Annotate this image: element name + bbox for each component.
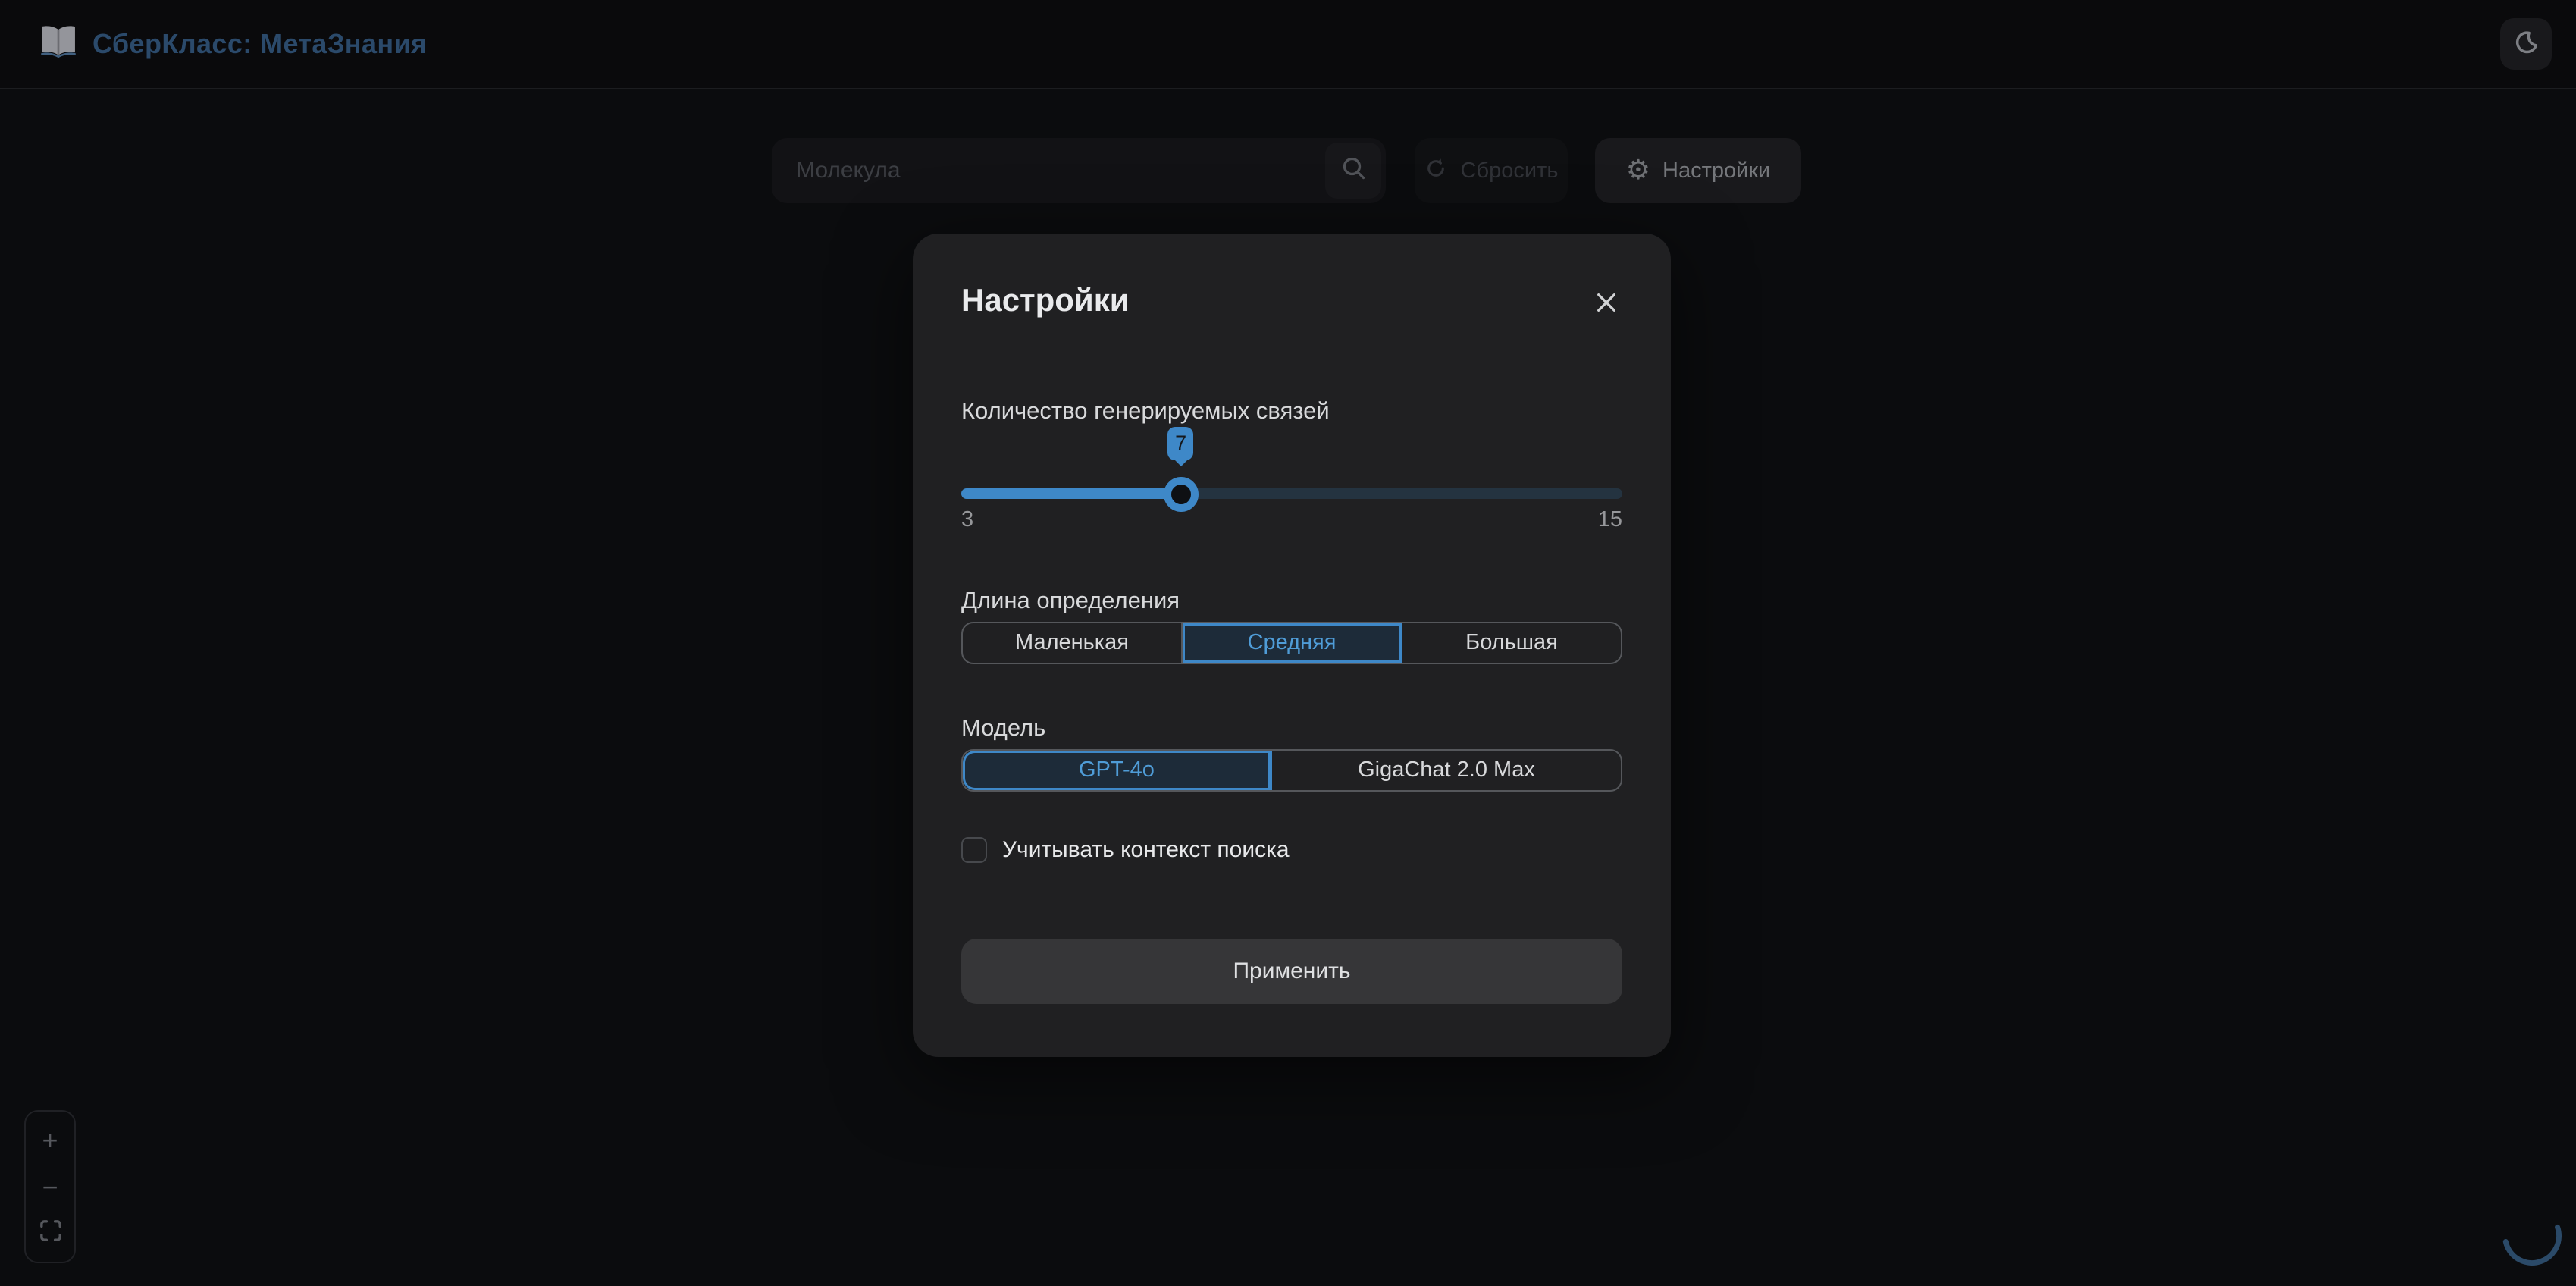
reset-button[interactable]: Сбросить (1415, 138, 1568, 203)
definition-length-label: Длина определения (961, 588, 1180, 614)
moon-icon (2511, 27, 2541, 61)
zoom-in-button[interactable]: + (32, 1122, 68, 1159)
definition-length-segmented: Маленькая Средняя Большая (961, 622, 1622, 664)
close-icon (1594, 291, 1617, 318)
slider-max-label: 15 (1597, 508, 1622, 532)
option-large[interactable]: Большая (1402, 623, 1621, 663)
app-brand: СберКласс: МетаЗнания (38, 22, 427, 66)
model-label: Модель (961, 716, 1046, 742)
option-medium[interactable]: Средняя (1183, 623, 1402, 663)
links-count-slider[interactable]: 7 (961, 426, 1622, 511)
app-canvas: СберКласс: МетаЗнания Молекула Сбросить … (0, 0, 2576, 1286)
search-icon (1338, 153, 1368, 188)
settings-button-label: Настройки (1662, 158, 1771, 183)
slider-fill (961, 488, 1182, 499)
slider-thumb[interactable]: 7 (1164, 426, 1199, 511)
minus-icon: − (42, 1172, 58, 1202)
refresh-icon (1424, 155, 1449, 186)
modal-close-button[interactable] (1589, 288, 1622, 322)
open-book-icon (38, 22, 79, 66)
context-checkbox[interactable] (961, 837, 987, 863)
settings-button[interactable]: ⚙ Настройки (1595, 138, 1801, 203)
option-gigachat[interactable]: GigaChat 2.0 Max (1272, 751, 1621, 790)
modal-title: Настройки (961, 284, 1130, 318)
zoom-out-button[interactable]: − (32, 1168, 68, 1205)
model-segmented: GPT-4o GigaChat 2.0 Max (961, 749, 1622, 792)
map-zoom-controls: + − (24, 1110, 76, 1263)
reset-button-label: Сбросить (1460, 158, 1559, 183)
search-input[interactable] (772, 138, 1386, 203)
plus-icon: + (42, 1125, 58, 1156)
option-small[interactable]: Маленькая (963, 623, 1183, 663)
context-checkbox-row[interactable]: Учитывать контекст поиска (961, 837, 1290, 863)
fit-view-button[interactable] (32, 1215, 68, 1251)
slider-value-bubble: 7 (1167, 426, 1194, 460)
slider-min-label: 3 (961, 508, 974, 532)
fit-view-icon (39, 1215, 61, 1251)
top-bar: СберКласс: МетаЗнания (0, 0, 2576, 89)
option-gpt4o[interactable]: GPT-4o (963, 751, 1272, 790)
context-checkbox-label: Учитывать контекст поиска (1002, 837, 1290, 863)
loading-spinner (2502, 1206, 2562, 1266)
slider-label: Количество генерируемых связей (961, 399, 1330, 425)
theme-toggle-button[interactable] (2500, 18, 2552, 70)
apply-button[interactable]: Применить (961, 939, 1622, 1004)
page-title: СберКласс: МетаЗнания (92, 28, 428, 58)
search-field (772, 138, 1386, 203)
slider-range-labels: 3 15 (961, 508, 1622, 532)
gear-icon: ⚙ (1625, 154, 1651, 186)
search-button[interactable] (1325, 143, 1381, 199)
settings-modal: Настройки Количество генерируемых связей… (913, 234, 1671, 1057)
